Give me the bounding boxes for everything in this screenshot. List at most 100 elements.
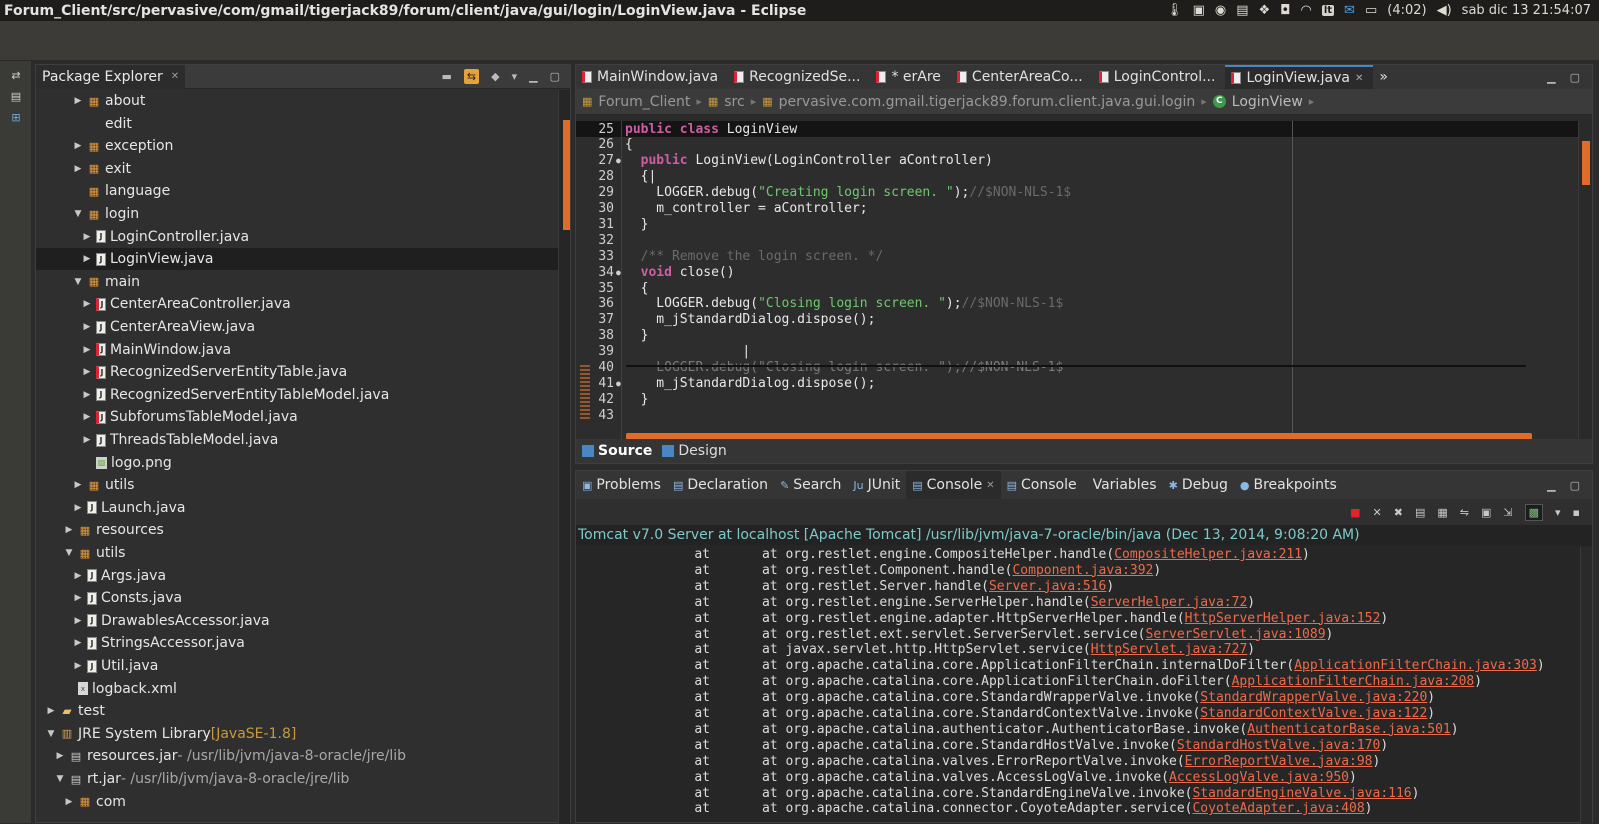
maximize-icon[interactable]: ▢ (1570, 479, 1580, 492)
view-menu-icon[interactable]: ▾ (512, 70, 518, 83)
tree-item[interactable]: ▶ ▦ com (36, 791, 559, 813)
tab-source[interactable]: Source (582, 443, 652, 459)
stack-link[interactable]: Component.java:392 (1012, 563, 1153, 579)
code-line[interactable]: 40 LOGGER.debug("Closing login screen. "… (576, 360, 1580, 376)
stack-link[interactable]: StandardContextValve.java:122 (1200, 706, 1427, 722)
code-line[interactable]: 36 LOGGER.debug("Closing login screen. "… (576, 296, 1580, 312)
stack-link[interactable]: StandardHostValve.java:170 (1177, 738, 1381, 754)
pin-console-icon[interactable]: ⇲ (1503, 506, 1512, 519)
scroll-lock-icon[interactable]: ▦ (1437, 506, 1447, 519)
explorer-scroll-thumb[interactable] (563, 120, 570, 230)
tree-item[interactable]: ▦ language (36, 180, 559, 202)
stack-link[interactable]: HttpServerHelper.java:152 (1185, 611, 1381, 627)
minimize-icon[interactable]: ▁ (1547, 479, 1555, 492)
tab-console[interactable]: ▤ Console ✕ (906, 471, 1001, 499)
code-line[interactable]: 34 ● void close() (576, 264, 1580, 280)
overview-ruler[interactable] (1578, 121, 1592, 439)
tree-item[interactable]: ▶ J LoginView.java (36, 248, 559, 271)
editor-tab[interactable]: LoginView.java ✕ (1225, 65, 1374, 89)
collapsed-arrow-icon[interactable]: ▶ (72, 96, 84, 106)
clear-console-icon[interactable]: ▤ (1415, 506, 1425, 519)
editor-tab[interactable]: * erAre (870, 65, 950, 89)
fold-icon[interactable]: ● (616, 156, 624, 165)
breadcrumb-item[interactable]: LoginView (1232, 94, 1303, 110)
code-line[interactable]: 41 ● m_jStandardDialog.dispose(); (576, 375, 1580, 391)
code-line[interactable]: 37 m_jStandardDialog.dispose(); (576, 312, 1580, 328)
dropbox-icon[interactable]: ❖ (1259, 3, 1271, 18)
breadcrumb-item[interactable]: src (724, 94, 744, 110)
maximize-icon[interactable]: ▢ (1570, 71, 1580, 84)
tree-item[interactable]: ▶ J RecognizedServerEntityTableModel.java (36, 384, 559, 406)
close-icon[interactable]: ✕ (171, 71, 179, 82)
close-icon[interactable]: ✕ (986, 480, 994, 491)
remove-launch-icon[interactable]: ✕ (1373, 506, 1382, 519)
code-line[interactable]: 31 } (576, 216, 1580, 232)
editor-tab[interactable]: LoginControl... (1093, 65, 1226, 89)
restore-icon[interactable]: ⇄ (0, 69, 32, 82)
tab-declaration[interactable]: ▤ Declaration (667, 471, 774, 499)
collapsed-arrow-icon[interactable]: ▶ (63, 797, 75, 807)
collapsed-arrow-icon[interactable]: ▶ (81, 367, 93, 377)
tree-item[interactable]: ▶ J ThreadsTableModel.java (36, 429, 559, 451)
terminate-icon[interactable]: ■ (1350, 506, 1360, 519)
open-console-icon[interactable]: ▾ (1555, 506, 1561, 519)
collapsed-arrow-icon[interactable]: ▶ (81, 435, 93, 445)
collapsed-arrow-icon[interactable]: ▶ (81, 322, 93, 332)
code-line[interactable]: 38 } (576, 328, 1580, 344)
stack-link[interactable]: CoyoteAdapter.java:408 (1192, 801, 1364, 817)
code-line[interactable]: 26 { (576, 137, 1580, 153)
link-editor-icon[interactable]: ⇆ (463, 69, 480, 84)
more-tabs-icon[interactable]: » (1373, 65, 1398, 89)
tree-item[interactable]: ▶ ▰ test (36, 700, 559, 722)
code-area[interactable]: 25 public class LoginView 26{27 ● public Lo… (576, 121, 1580, 439)
maximize-icon[interactable]: ▢ (550, 70, 560, 83)
tree-item[interactable]: ▼ ▦ login (36, 203, 559, 225)
collapsed-arrow-icon[interactable]: ▶ (81, 345, 93, 355)
overview-marker[interactable] (1582, 141, 1590, 185)
new-console-icon[interactable]: ▪ (1573, 506, 1580, 519)
stack-link[interactable]: Server.java:516 (989, 579, 1106, 595)
stack-link[interactable]: AuthenticatorBase.java:501 (1247, 722, 1451, 738)
tree-item[interactable]: ▶ J Consts.java (36, 587, 559, 609)
tree-item[interactable]: ▶ ▦ exception (36, 135, 559, 157)
console-scrollbar[interactable] (1580, 547, 1592, 824)
volume-icon[interactable]: ◀) (1437, 3, 1452, 18)
collapsed-arrow-icon[interactable]: ▶ (63, 525, 75, 535)
collapsed-arrow-icon[interactable]: ▶ (72, 164, 84, 174)
stack-link[interactable]: ApplicationFilterChain.java:303 (1294, 658, 1537, 674)
stack-link[interactable]: ErrorReportValve.java:98 (1185, 754, 1373, 770)
code-line[interactable]: 35 { (576, 280, 1580, 296)
fold-icon[interactable]: ● (616, 379, 624, 388)
code-line[interactable]: 29 LOGGER.debug("Creating login screen. … (576, 185, 1580, 201)
expanded-arrow-icon[interactable]: ▼ (72, 277, 84, 287)
code-line[interactable]: 28 {| (576, 169, 1580, 185)
code-line[interactable]: 39 | (576, 344, 1580, 360)
collapsed-arrow-icon[interactable]: ▶ (81, 390, 93, 400)
show-on-output-icon[interactable]: ▣ (1481, 506, 1491, 519)
tree-item[interactable]: ▶ J MainWindow.java (36, 339, 559, 361)
console-output[interactable]: at at org.restlet.engine.CompositeHelper.… (576, 547, 1580, 824)
tab-debug[interactable]: ✱ Debug (1163, 471, 1234, 499)
collapsed-arrow-icon[interactable]: ▶ (81, 232, 93, 242)
tab-breakpoints[interactable]: ● Breakpoints (1234, 471, 1343, 499)
editor-tab[interactable]: CenterAreaCo... (951, 65, 1093, 89)
tree-item[interactable]: ▨ logo.png (36, 452, 559, 474)
stack-link[interactable]: HttpServlet.java:727 (1091, 642, 1248, 658)
wifi-icon[interactable]: ◠ (1300, 3, 1311, 18)
expanded-arrow-icon[interactable]: ▼ (54, 774, 66, 784)
collapsed-arrow-icon[interactable]: ▶ (72, 616, 84, 626)
tree-item[interactable]: ▶ J SubforumsTableModel.java (36, 406, 559, 428)
tree-item[interactable]: ▼ ▦ main (36, 271, 559, 293)
tab-package-explorer[interactable]: Package Explorer ✕ (36, 64, 186, 89)
stack-link[interactable]: ServerServlet.java:1089 (1146, 627, 1326, 643)
breadcrumb-item[interactable]: pervasive.com.gmail.tigerjack89.forum.cl… (779, 94, 1196, 110)
tab-junit[interactable]: Ju JUnit (847, 471, 906, 499)
collapsed-arrow-icon[interactable]: ▶ (72, 638, 84, 648)
hierarchy-icon[interactable]: ⊞ (0, 111, 32, 124)
collapse-all-icon[interactable]: ▬ (442, 70, 452, 83)
breadcrumb-item[interactable]: Forum_Client (598, 94, 690, 110)
tree-item[interactable]: ▼ ▥ JRE System Library [JavaSE-1.8] (36, 723, 559, 745)
collapsed-arrow-icon[interactable]: ▶ (72, 480, 84, 490)
tree-item[interactable]: ▶ J DrawablesAccessor.java (36, 610, 559, 632)
code-line[interactable]: 30 m_controller = aController; (576, 201, 1580, 217)
